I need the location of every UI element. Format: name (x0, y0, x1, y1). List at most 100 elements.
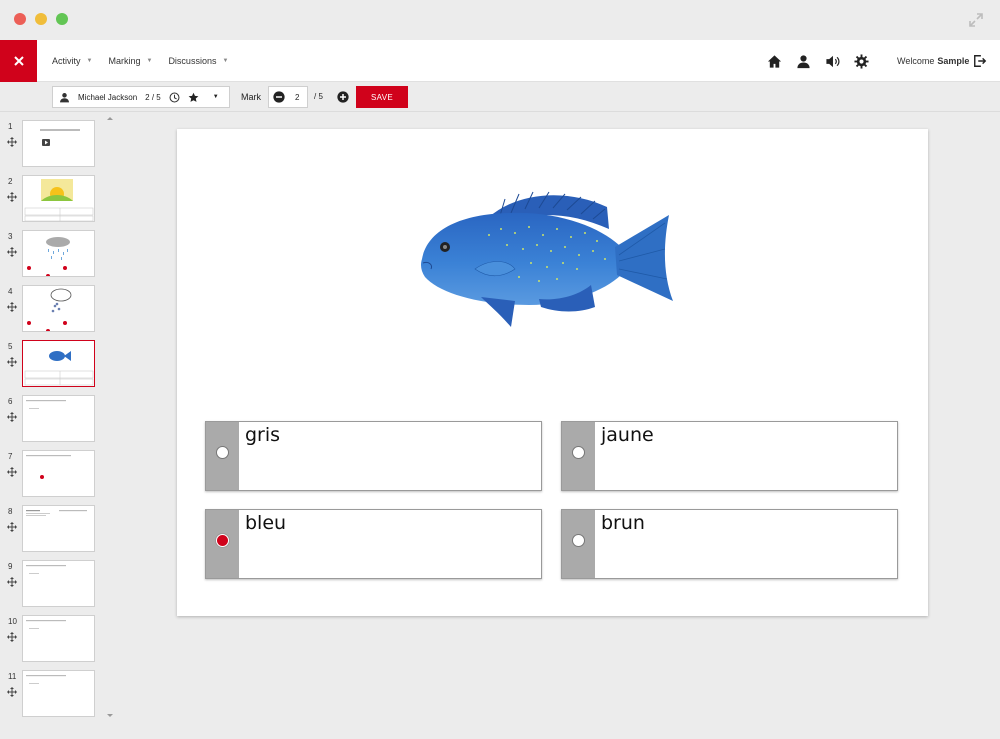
answer-option[interactable]: jaune (561, 421, 898, 491)
slide-preview (26, 400, 66, 409)
student-selector[interactable]: Michael Jackson 2 / 5 ▼ (52, 86, 230, 108)
slide-number: 2 (8, 177, 13, 186)
welcome-label: Welcome (897, 56, 935, 66)
home-icon[interactable] (767, 54, 782, 69)
nav-icon-group (767, 40, 869, 82)
mark-label: Mark (241, 92, 261, 102)
slide-item[interactable]: 1 (0, 120, 106, 170)
option-radio[interactable] (572, 446, 585, 459)
slide-number: 7 (8, 452, 13, 461)
mark-total: / 5 (314, 92, 323, 101)
menu-marking[interactable]: Marking ▼ (108, 56, 152, 66)
minus-circle-icon[interactable] (273, 91, 285, 103)
slide-thumbnail[interactable] (22, 505, 95, 552)
slide-item[interactable]: 4 (0, 285, 106, 335)
slide-preview (26, 455, 71, 479)
move-handle-icon[interactable] (7, 192, 17, 202)
move-handle-icon[interactable] (7, 247, 17, 257)
menu-discussions[interactable]: Discussions ▼ (168, 56, 228, 66)
slide-thumbnail[interactable] (22, 230, 95, 277)
option-radio-checked[interactable] (216, 534, 229, 547)
slide-item[interactable]: 10 (0, 615, 106, 665)
clock-icon[interactable] (169, 92, 180, 103)
slide-thumbnail-active[interactable] (22, 340, 95, 387)
slide-preview (26, 675, 66, 684)
logout-icon[interactable] (973, 54, 987, 68)
answer-option-selected[interactable]: bleu (205, 509, 542, 579)
slide-thumbnail[interactable] (22, 670, 95, 717)
window-minimize-dot[interactable] (35, 13, 47, 25)
option-strip (562, 510, 595, 578)
option-strip (562, 422, 595, 490)
option-radio[interactable] (572, 534, 585, 547)
close-icon (13, 56, 24, 66)
slide-thumbnail[interactable] (22, 285, 95, 332)
slide-number: 10 (8, 617, 17, 626)
menu-discussions-label: Discussions (168, 56, 217, 66)
slide-item[interactable]: 7 (0, 450, 106, 500)
menu-activity-label: Activity (52, 56, 81, 66)
menu-marking-label: Marking (108, 56, 141, 66)
chevron-down-icon: ▼ (146, 58, 153, 64)
slide-sidebar: 1 2 3 4 5 6 7 8 9 10 11 (0, 112, 106, 739)
slide-item[interactable]: 3 (0, 230, 106, 280)
slide-number: 4 (8, 287, 13, 296)
move-handle-icon[interactable] (7, 412, 17, 422)
answer-option[interactable]: brun (561, 509, 898, 579)
move-handle-icon[interactable] (7, 467, 17, 477)
save-button[interactable]: SAVE (356, 86, 408, 108)
slide-thumbnail[interactable] (22, 615, 95, 662)
plus-circle-icon[interactable] (337, 91, 349, 103)
student-name: Michael Jackson (78, 92, 138, 102)
slide-thumbnail[interactable] (22, 120, 95, 167)
gear-icon[interactable] (854, 53, 869, 69)
slide-item[interactable]: 5 (0, 340, 106, 390)
move-handle-icon[interactable] (7, 632, 17, 642)
fullscreen-icon[interactable] (968, 12, 984, 28)
slide-thumbnail[interactable] (22, 560, 95, 607)
slide-preview (24, 351, 94, 386)
move-handle-icon[interactable] (7, 357, 17, 367)
slide-preview (27, 237, 70, 276)
mark-stepper[interactable]: 2 (268, 86, 308, 108)
option-label: bleu (245, 512, 287, 534)
slide-thumbnail[interactable] (22, 175, 95, 222)
slide-item[interactable]: 9 (0, 560, 106, 610)
slide-item[interactable]: 8 (0, 505, 106, 555)
option-strip (206, 510, 239, 578)
window-close-dot[interactable] (14, 13, 26, 25)
move-handle-icon[interactable] (7, 302, 17, 312)
sidebar-scrollbar[interactable] (106, 112, 114, 722)
slide-preview (26, 620, 66, 629)
slide-thumbnail[interactable] (22, 450, 95, 497)
slide-number: 9 (8, 562, 13, 571)
option-label: jaune (601, 424, 654, 446)
option-radio[interactable] (216, 446, 229, 459)
close-button[interactable] (0, 40, 37, 82)
window-maximize-dot[interactable] (56, 13, 68, 25)
user-name: Sample (937, 56, 970, 66)
slide-number: 5 (8, 342, 13, 351)
main-menu: Activity ▼ Marking ▼ Discussions ▼ (52, 40, 228, 82)
slide-number: 3 (8, 232, 13, 241)
answer-option[interactable]: gris (205, 421, 542, 491)
slide-item[interactable]: 2 (0, 175, 106, 225)
star-icon[interactable] (188, 92, 199, 103)
user-icon (60, 92, 69, 102)
slide-preview (26, 565, 66, 574)
slide-number: 1 (8, 122, 13, 131)
move-handle-icon[interactable] (7, 687, 17, 697)
speaker-icon[interactable] (825, 54, 840, 69)
welcome-text: Welcome Sample (897, 40, 969, 82)
chevron-down-icon[interactable]: ▼ (213, 94, 219, 100)
slide-thumbnail[interactable] (22, 395, 95, 442)
move-handle-icon[interactable] (7, 577, 17, 587)
move-handle-icon[interactable] (7, 137, 17, 147)
slide-item[interactable]: 6 (0, 395, 106, 445)
slide-item[interactable]: 11 (0, 670, 106, 720)
option-label: gris (245, 424, 281, 446)
slide-preview (26, 510, 87, 516)
menu-activity[interactable]: Activity ▼ (52, 56, 92, 66)
move-handle-icon[interactable] (7, 522, 17, 532)
user-icon[interactable] (796, 54, 811, 69)
